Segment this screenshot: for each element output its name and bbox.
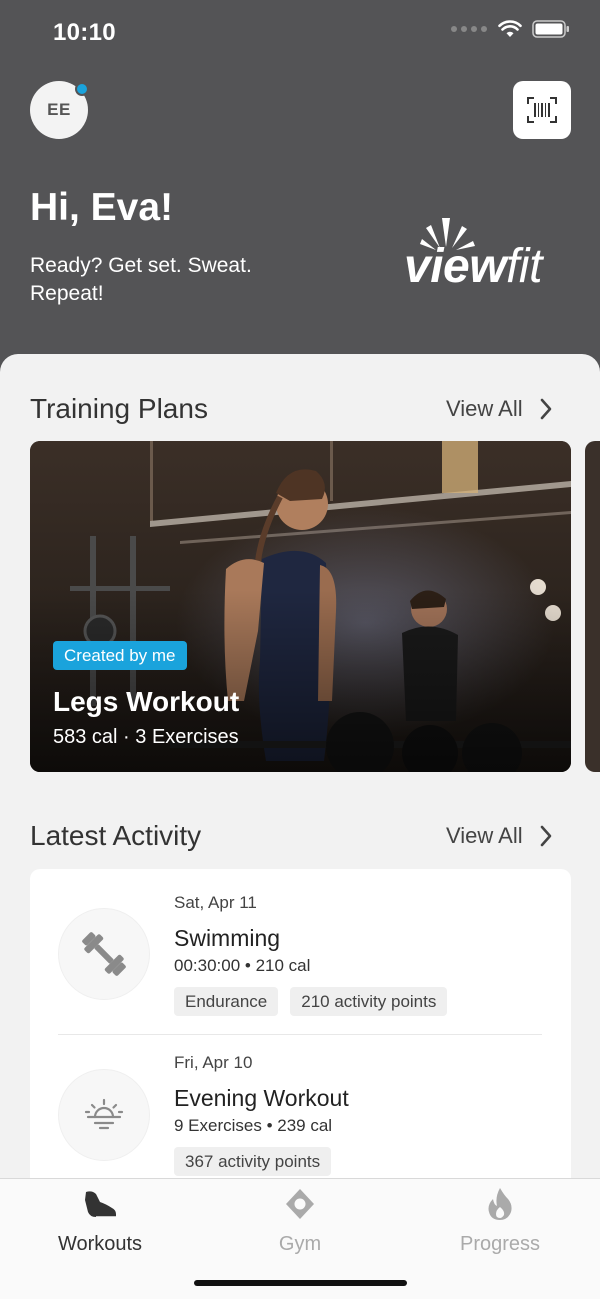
- activity-icon-container: [58, 1069, 150, 1161]
- status-time: 10:10: [53, 19, 116, 46]
- logo-text: viewfit: [404, 240, 542, 293]
- latest-activity-title: Latest Activity: [30, 820, 202, 851]
- barcode-scan-button[interactable]: [513, 81, 571, 139]
- tab-icon-wrap: [284, 1187, 316, 1221]
- plan-photo: [30, 441, 571, 772]
- chip: 367 activity points: [174, 1147, 332, 1176]
- plan-badge: Created by me: [53, 641, 187, 670]
- chip: Endurance: [174, 987, 279, 1016]
- activity-item[interactable]: Sat, Apr 11 Swimming 00:30:00 • 210 cal …: [30, 869, 571, 1035]
- training-plans-view-all-button[interactable]: View All: [446, 396, 553, 422]
- tab-workouts[interactable]: Workouts: [0, 1179, 200, 1263]
- home-indicator: [194, 1280, 407, 1286]
- header: 10:10 EE Hi, Eva! Ready? Get set. Sweat.…: [0, 0, 600, 380]
- tab-label: Gym: [278, 1233, 322, 1255]
- tab-label: Progress: [459, 1233, 541, 1255]
- activity-chips: 367 activity points: [174, 1147, 332, 1176]
- training-plans-title: Training Plans: [30, 393, 208, 424]
- dumbbell-icon: [82, 932, 126, 976]
- notification-dot: [75, 82, 89, 96]
- tagline: Ready? Get set. Sweat. Repeat!: [30, 254, 252, 305]
- greeting: Hi, Eva!: [30, 186, 174, 229]
- activity-date: Sat, Apr 11: [174, 893, 257, 912]
- activity-meta: 00:30:00 • 210 cal: [174, 956, 311, 975]
- chevron-right-icon: [540, 398, 551, 420]
- view-all-label: View All: [446, 396, 523, 421]
- chevron-right-icon: [540, 825, 551, 847]
- activity-title: Evening Workout: [174, 1085, 349, 1111]
- shoe-icon: [85, 1191, 116, 1218]
- tab-icon-wrap: [486, 1187, 514, 1221]
- wifi-icon: [498, 20, 522, 37]
- activity-icon-container: [58, 908, 150, 1000]
- training-plan-card[interactable]: Created by me Legs Workout 583 cal · 3 E…: [30, 441, 571, 772]
- activity-item[interactable]: Fri, Apr 10 Evening Workout 9 Exercises …: [30, 1029, 571, 1189]
- signal-icon: [451, 26, 487, 32]
- sunset-icon: [84, 1098, 124, 1130]
- tab-icon-wrap: [82, 1187, 118, 1221]
- activity-date: Fri, Apr 10: [174, 1053, 253, 1072]
- avatar-initials: EE: [47, 100, 71, 119]
- plan-meta: 583 cal · 3 Exercises: [53, 726, 239, 748]
- activity-chips: Endurance 210 activity points: [174, 987, 448, 1016]
- next-plan-card-peek[interactable]: [585, 441, 600, 772]
- viewfit-logo: viewfit: [404, 214, 556, 304]
- plan-title: Legs Workout: [53, 686, 240, 717]
- flame-icon: [488, 1188, 512, 1220]
- status-icons: [450, 20, 570, 38]
- tab-gym[interactable]: Gym: [200, 1179, 400, 1263]
- location-icon: [286, 1189, 314, 1219]
- view-all-label: View All: [446, 823, 523, 848]
- latest-activity-view-all-button[interactable]: View All: [446, 823, 553, 849]
- activity-title: Swimming: [174, 925, 281, 951]
- barcode-icon: [527, 97, 557, 123]
- tab-label: Workouts: [57, 1233, 143, 1255]
- tab-progress[interactable]: Progress: [400, 1179, 600, 1263]
- activity-list: Sat, Apr 11 Swimming 00:30:00 • 210 cal …: [30, 869, 571, 1199]
- status-bar: 10:10: [0, 0, 600, 66]
- activity-meta: 9 Exercises • 239 cal: [174, 1116, 333, 1135]
- battery-icon: [532, 20, 569, 38]
- avatar[interactable]: EE: [30, 81, 89, 139]
- chip: 210 activity points: [290, 987, 448, 1016]
